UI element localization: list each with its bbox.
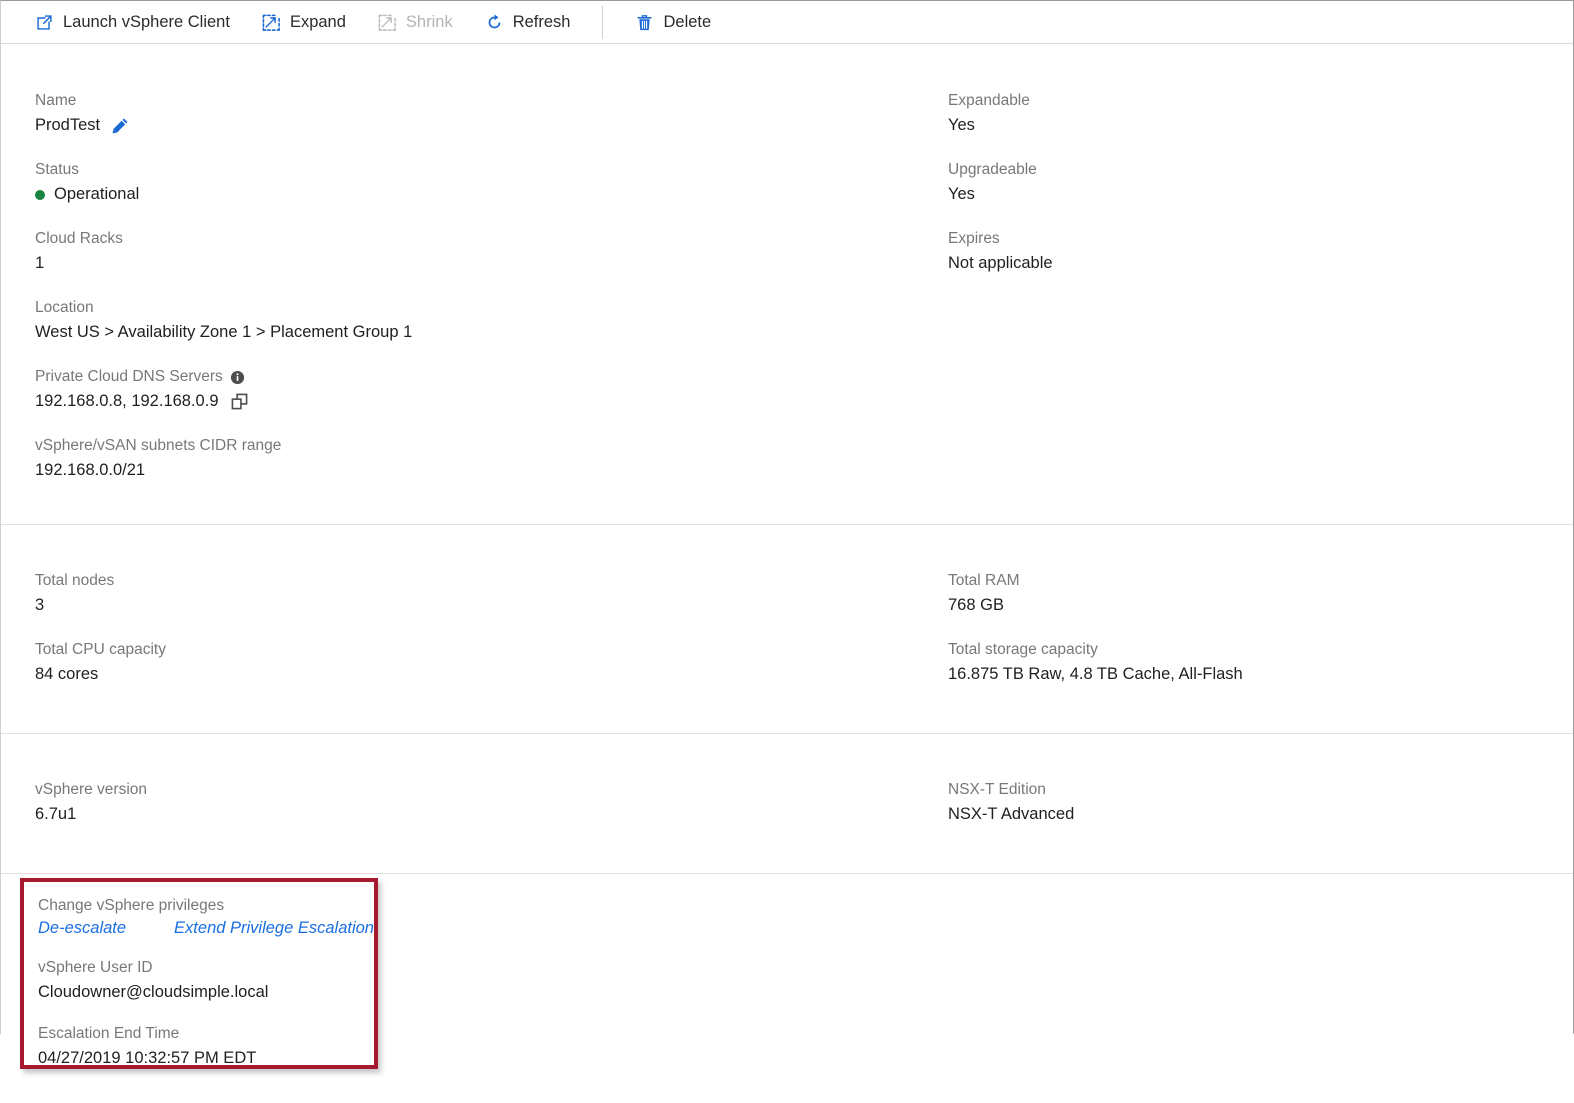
field-expires-label: Expires [948,230,1000,247]
field-expires-value: Not applicable [948,254,1053,272]
field-nsxt-edition: NSX-T Edition NSX-T Advanced [948,780,1573,826]
field-total-cpu: Total CPU capacity 84 cores [35,640,948,686]
field-status-label: Status [35,161,79,178]
launch-vsphere-client-button[interactable]: Launch vSphere Client [35,13,230,32]
dns-label-text: Private Cloud DNS Servers [35,368,223,385]
capacity-section: Total nodes 3 Total CPU capacity 84 core… [1,525,1573,734]
field-name: Name ProdTest [35,91,948,137]
shrink-label: Shrink [405,12,453,31]
expand-icon [262,13,281,32]
private-cloud-summary-page: Launch vSphere Client Expand Shrink Refr… [0,0,1574,1103]
field-total-storage-value: 16.875 TB Raw, 4.8 TB Cache, All-Flash [948,665,1243,683]
field-location-value: West US > Availability Zone 1 > Placemen… [35,323,413,341]
field-vsphere-version-label: vSphere version [35,781,148,798]
toolbar-divider [602,5,604,39]
privilege-links-row: De-escalate Extend Privilege Escalation [38,919,374,938]
software-section: vSphere version 6.7u1 NSX-T Edition NSX-… [1,734,1573,874]
field-vsphere-user-id-label: vSphere User ID [38,959,153,976]
edit-pencil-icon[interactable] [112,117,129,134]
field-vsphere-user-id: vSphere User ID Cloudowner@cloudsimple.l… [38,958,374,1004]
field-cidr-range-value: 192.168.0.0/21 [35,461,146,479]
field-total-storage-label: Total storage capacity [948,641,1098,658]
info-icon[interactable] [230,370,245,385]
field-expandable-value: Yes [948,116,975,134]
delete-label: Delete [663,12,712,31]
trash-icon [635,13,654,32]
field-status: Status Operational [35,160,948,206]
field-name-label: Name [35,92,77,109]
status-dot-icon [35,189,45,200]
software-left-column: vSphere version 6.7u1 [35,780,948,826]
de-escalate-link[interactable]: De-escalate [38,919,126,938]
field-nsxt-edition-label: NSX-T Edition [948,781,1046,798]
field-dns-servers: Private Cloud DNS Servers 192.168.0.8, 1… [35,367,948,413]
software-right-column: NSX-T Edition NSX-T Advanced [948,780,1573,826]
field-total-nodes-value: 3 [35,596,45,614]
overview-section: Name ProdTest Status Operational Cloud R… [1,44,1573,525]
field-dns-servers-value-row: 192.168.0.8, 192.168.0.9 [35,390,948,413]
delete-button[interactable]: Delete [635,13,711,32]
field-total-cpu-label: Total CPU capacity [35,641,166,658]
refresh-icon [485,13,504,32]
expand-button[interactable]: Expand [262,13,346,32]
field-total-ram-value: 768 GB [948,596,1004,614]
privileges-highlight-box: Change vSphere privileges De-escalate Ex… [20,878,378,1069]
field-escalation-end-time-label: Escalation End Time [38,1025,180,1042]
field-total-cpu-value: 84 cores [35,665,99,683]
dns-servers-value: 192.168.0.8, 192.168.0.9 [35,392,219,410]
field-total-nodes: Total nodes 3 [35,571,948,617]
field-expires: Expires Not applicable [948,229,1573,275]
external-link-icon [35,13,54,32]
private-cloud-name: ProdTest [35,116,101,134]
field-change-privileges-label: Change vSphere privileges [38,897,225,914]
status-badge: Operational [35,183,948,206]
shrink-button[interactable]: Shrink [378,13,453,32]
field-total-nodes-label: Total nodes [35,572,115,589]
field-total-ram: Total RAM 768 GB [948,571,1573,617]
field-expandable: Expandable Yes [948,91,1573,137]
field-location: Location West US > Availability Zone 1 >… [35,298,948,344]
copy-icon[interactable] [231,393,248,410]
field-name-value-row: ProdTest [35,114,948,137]
field-escalation-end-time: Escalation End Time 04/27/2019 10:32:57 … [38,1024,374,1070]
field-escalation-end-time-value: 04/27/2019 10:32:57 PM EDT [38,1049,257,1067]
expand-label: Expand [289,12,346,31]
field-vsphere-version-value: 6.7u1 [35,805,77,823]
launch-vsphere-client-label: Launch vSphere Client [63,12,230,31]
status-text: Operational [54,185,140,203]
field-upgradeable: Upgradeable Yes [948,160,1573,206]
field-cidr-range: vSphere/vSAN subnets CIDR range 192.168.… [35,436,948,482]
overview-left-column: Name ProdTest Status Operational Cloud R… [35,91,948,482]
field-cidr-range-label: vSphere/vSAN subnets CIDR range [35,437,282,454]
extend-privilege-escalation-link[interactable]: Extend Privilege Escalation [174,919,374,938]
field-vsphere-user-id-value: Cloudowner@cloudsimple.local [38,983,269,1001]
field-total-ram-label: Total RAM [948,572,1020,589]
field-vsphere-version: vSphere version 6.7u1 [35,780,948,826]
capacity-left-column: Total nodes 3 Total CPU capacity 84 core… [35,571,948,686]
capacity-right-column: Total RAM 768 GB Total storage capacity … [948,571,1573,686]
field-location-label: Location [35,299,94,316]
refresh-button[interactable]: Refresh [485,12,571,32]
field-upgradeable-label: Upgradeable [948,161,1037,178]
field-dns-servers-label: Private Cloud DNS Servers [35,367,948,387]
overview-right-column: Expandable Yes Upgradeable Yes Expires N… [948,91,1573,482]
refresh-label: Refresh [512,12,571,31]
shrink-icon [378,13,397,32]
field-total-storage: Total storage capacity 16.875 TB Raw, 4.… [948,640,1573,686]
field-upgradeable-value: Yes [948,185,975,203]
field-nsxt-edition-value: NSX-T Advanced [948,805,1075,823]
field-cloud-racks: Cloud Racks 1 [35,229,948,275]
field-cloud-racks-value: 1 [35,254,45,272]
field-cloud-racks-label: Cloud Racks [35,230,123,247]
action-toolbar: Launch vSphere Client Expand Shrink Refr… [1,1,1573,44]
field-expandable-label: Expandable [948,92,1030,109]
privileges-section: Change vSphere privileges De-escalate Ex… [1,874,1573,1103]
field-change-privileges: Change vSphere privileges De-escalate Ex… [38,896,374,938]
